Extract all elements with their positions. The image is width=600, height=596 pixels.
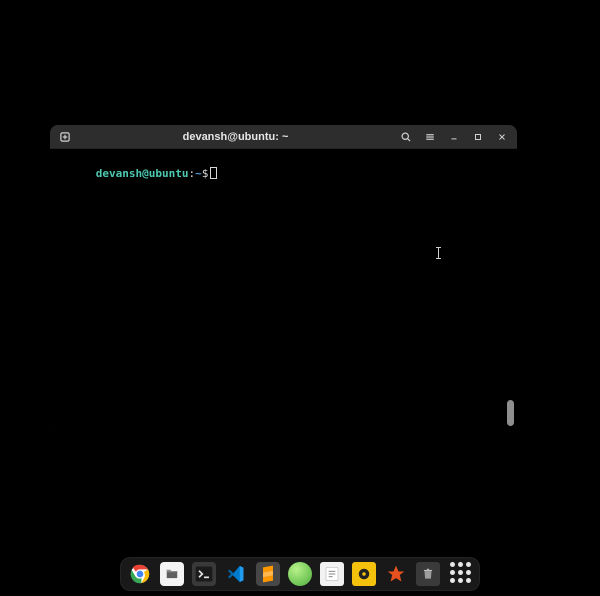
close-button[interactable] — [491, 126, 513, 148]
chrome-icon — [130, 564, 150, 584]
scrollbar[interactable] — [507, 153, 514, 426]
text-editor-icon — [324, 566, 340, 582]
search-icon — [400, 131, 412, 143]
prompt-user-host: devansh@ubuntu — [96, 167, 189, 180]
dock-vscode[interactable] — [224, 562, 248, 586]
hamburger-menu-button[interactable] — [419, 126, 441, 148]
terminal-icon — [194, 564, 214, 584]
trash-icon — [421, 567, 435, 581]
maximize-button[interactable] — [467, 126, 489, 148]
speaker-icon — [357, 567, 371, 581]
dock — [120, 557, 480, 591]
terminal-body[interactable]: devansh@ubuntu:~$ — [50, 149, 517, 432]
scrollbar-thumb[interactable] — [507, 400, 514, 426]
dock-show-apps[interactable] — [448, 562, 472, 586]
dock-astrill[interactable] — [384, 562, 408, 586]
minimize-button[interactable] — [443, 126, 465, 148]
search-button[interactable] — [395, 126, 417, 148]
sublime-icon — [258, 564, 278, 584]
new-tab-button[interactable] — [54, 126, 76, 148]
maximize-icon — [473, 132, 483, 142]
close-icon — [497, 132, 507, 142]
prompt-line: devansh@ubuntu:~$ — [56, 153, 511, 195]
files-icon — [165, 567, 179, 581]
terminal-window: devansh@ubuntu: ~ devansh@ubuntu:~$ — [50, 125, 517, 432]
dock-app-green[interactable] — [288, 562, 312, 586]
dock-rhythmbox[interactable] — [352, 562, 376, 586]
vscode-icon — [226, 564, 246, 584]
dock-chrome[interactable] — [128, 562, 152, 586]
minimize-icon — [449, 132, 459, 142]
text-cursor-ibeam — [438, 247, 439, 259]
window-title: devansh@ubuntu: ~ — [76, 131, 395, 143]
astrill-icon — [386, 564, 406, 584]
dock-files[interactable] — [160, 562, 184, 586]
dock-text-editor[interactable] — [320, 562, 344, 586]
dock-terminal[interactable] — [192, 562, 216, 586]
block-cursor — [210, 167, 217, 179]
dock-trash[interactable] — [416, 562, 440, 586]
hamburger-icon — [424, 131, 436, 143]
prompt-sigil: $ — [202, 167, 209, 180]
titlebar[interactable]: devansh@ubuntu: ~ — [50, 125, 517, 149]
prompt-path: ~ — [195, 167, 202, 180]
dock-sublime[interactable] — [256, 562, 280, 586]
